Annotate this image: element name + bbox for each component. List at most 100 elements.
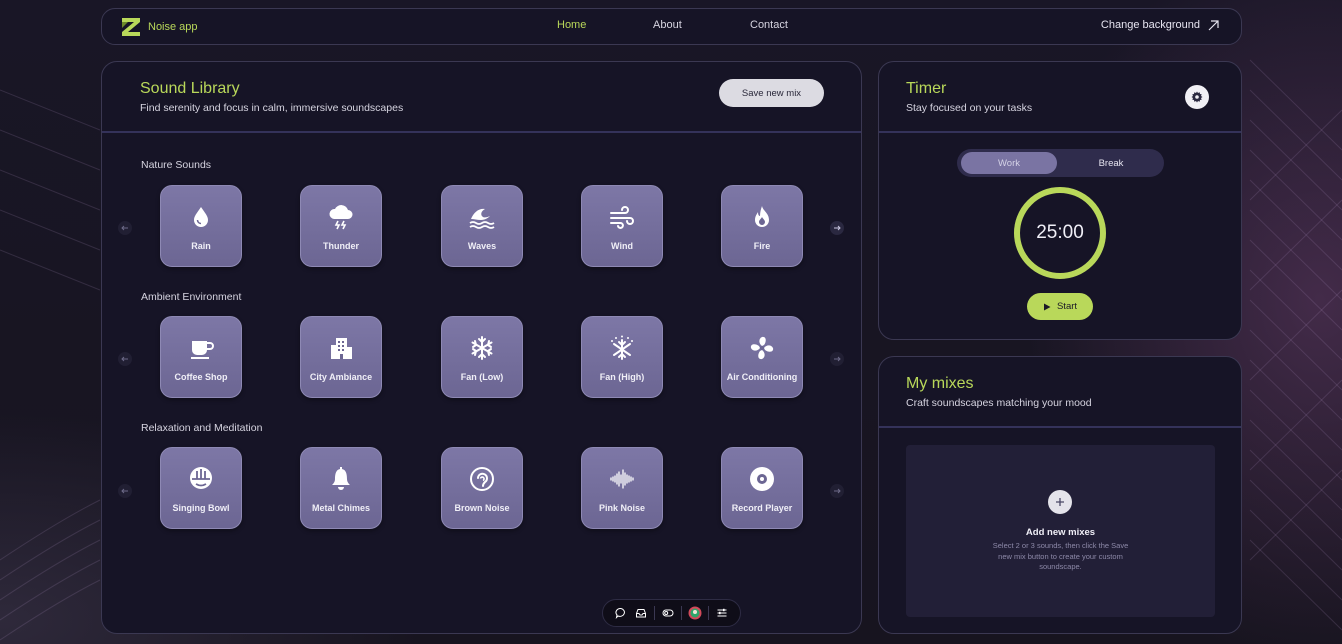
sound-tile-label: Metal Chimes <box>311 503 371 513</box>
sound-tile-label: Fan (Low) <box>460 372 504 382</box>
sound-tile-coffee-shop[interactable]: Coffee Shop <box>160 316 242 398</box>
nature-next-arrow[interactable] <box>830 221 844 235</box>
break-mode-tab[interactable]: Break <box>1061 152 1161 174</box>
timer-header: Timer Stay focused on your tasks <box>879 62 1241 133</box>
sound-tile-label: Waves <box>467 241 497 251</box>
sound-tile-label: Coffee Shop <box>174 372 228 382</box>
logo-icon <box>122 18 140 36</box>
sound-tile-label: Pink Noise <box>598 503 645 513</box>
sound-tile-label: Record Player <box>731 503 793 513</box>
sound-tile-label: Air Conditioning <box>726 372 798 382</box>
section-label-ambient: Ambient Environment <box>141 291 242 303</box>
record-icon <box>750 467 774 491</box>
timer-settings-button[interactable] <box>1185 85 1209 109</box>
ear-icon <box>470 467 494 491</box>
sound-tile-waves[interactable]: Waves <box>441 185 523 267</box>
fan-icon <box>750 336 774 360</box>
sound-tile-label: Fire <box>753 241 771 251</box>
add-mixes-description: Select 2 or 3 sounds, then click the Sav… <box>992 541 1129 571</box>
bell-icon <box>332 467 350 490</box>
timer-title: Timer <box>906 80 947 97</box>
sound-tile-air-conditioning[interactable]: Air Conditioning <box>721 316 803 398</box>
save-new-mix-button[interactable]: Save new mix <box>719 79 824 107</box>
cloud-bolt-icon <box>329 205 353 230</box>
play-icon <box>1043 303 1051 310</box>
arrow-left-icon <box>121 356 128 362</box>
work-mode-tab[interactable]: Work <box>961 152 1057 174</box>
sound-tile-thunder[interactable]: Thunder <box>300 185 382 267</box>
app-name: Noise app <box>148 21 198 33</box>
sound-tile-label: Singing Bowl <box>172 503 230 513</box>
fire-icon <box>755 206 769 227</box>
arrow-right-icon <box>834 225 841 231</box>
mixes-empty-state: Add new mixes Select 2 or 3 sounds, then… <box>906 445 1215 617</box>
sound-tile-label: Rain <box>191 241 211 251</box>
timer-panel: Timer Stay focused on your tasks Work Br… <box>878 61 1242 340</box>
section-label-relaxation: Relaxation and Meditation <box>141 422 263 434</box>
menu-list-icon[interactable] <box>715 606 729 620</box>
my-mixes-header: My mixes Craft soundscapes matching your… <box>879 357 1241 428</box>
sound-tile-pink-noise[interactable]: Pink Noise <box>581 447 663 529</box>
add-mix-button[interactable] <box>1048 490 1072 514</box>
app-logo[interactable]: Noise app <box>122 18 198 36</box>
sound-library-subtitle: Find serenity and focus in calm, immersi… <box>140 102 404 114</box>
arrow-right-icon <box>834 488 841 494</box>
water-wave-icon <box>469 208 495 229</box>
change-background-label: Change background <box>1100 19 1200 31</box>
sound-tile-rain[interactable]: Rain <box>160 185 242 267</box>
start-button-label: Start <box>1056 301 1078 312</box>
dock-divider <box>681 606 682 620</box>
gear-icon <box>1191 91 1203 103</box>
start-button[interactable]: Start <box>1027 293 1093 320</box>
sound-tile-city-ambiance[interactable]: City Ambiance <box>300 316 382 398</box>
nav-contact-link[interactable]: Contact <box>750 19 788 31</box>
my-mixes-subtitle: Craft soundscapes matching your mood <box>906 397 1092 409</box>
mug-icon <box>191 341 214 359</box>
sound-library-panel: Sound Library Find serenity and focus in… <box>101 61 862 634</box>
sound-tile-metal-chimes[interactable]: Metal Chimes <box>300 447 382 529</box>
sound-tile-label: Thunder <box>323 241 359 251</box>
snowflake-burst-icon <box>611 335 633 360</box>
chat-icon[interactable] <box>614 606 628 620</box>
add-mixes-title: Add new mixes <box>1025 527 1096 538</box>
dock-divider <box>708 606 709 620</box>
arrow-left-icon <box>121 488 128 494</box>
relaxation-prev-arrow[interactable] <box>118 484 132 498</box>
sound-tile-fire[interactable]: Fire <box>721 185 803 267</box>
nature-prev-arrow[interactable] <box>118 221 132 235</box>
change-background-button[interactable]: Change background <box>1101 19 1219 31</box>
ambient-next-arrow[interactable] <box>830 352 844 366</box>
my-mixes-title: My mixes <box>906 375 974 392</box>
timer-mode-toggle: Work Break <box>957 149 1164 177</box>
profile-avatar-icon[interactable] <box>688 606 702 620</box>
my-mixes-panel: My mixes Craft soundscapes matching your… <box>878 356 1242 634</box>
sound-library-header: Sound Library Find serenity and focus in… <box>102 62 861 133</box>
timer-display: 25:00 <box>1036 222 1084 243</box>
top-navbar: Noise app Home About Contact Change back… <box>101 8 1242 45</box>
ambient-prev-arrow[interactable] <box>118 352 132 366</box>
sound-tile-fan-low[interactable]: Fan (Low) <box>441 316 523 398</box>
sound-wave-icon <box>610 469 634 489</box>
arrow-left-icon <box>121 225 128 231</box>
droplet-icon <box>194 207 208 227</box>
sound-tile-record-player[interactable]: Record Player <box>721 447 803 529</box>
sound-tile-fan-high[interactable]: Fan (High) <box>581 316 663 398</box>
wind-icon <box>610 206 634 229</box>
sound-tile-label: Fan (High) <box>599 372 645 382</box>
sound-tile-singing-bowl[interactable]: Singing Bowl <box>160 447 242 529</box>
relaxation-next-arrow[interactable] <box>830 484 844 498</box>
bottom-dock <box>602 599 741 627</box>
nav-home-link[interactable]: Home <box>557 19 586 31</box>
nav-about-link[interactable]: About <box>653 19 682 31</box>
sound-tile-brown-noise[interactable]: Brown Noise <box>441 447 523 529</box>
dock-divider <box>654 606 655 620</box>
sound-tile-wind[interactable]: Wind <box>581 185 663 267</box>
inbox-icon[interactable] <box>634 606 648 620</box>
building-icon <box>331 338 352 359</box>
sound-tile-label: Wind <box>611 241 633 251</box>
toggle-icon[interactable] <box>661 606 675 620</box>
plus-icon <box>1056 498 1064 506</box>
sound-tile-label: Brown Noise <box>454 503 510 513</box>
sound-tile-label: City Ambiance <box>309 372 373 382</box>
snowflake-icon <box>471 336 493 360</box>
